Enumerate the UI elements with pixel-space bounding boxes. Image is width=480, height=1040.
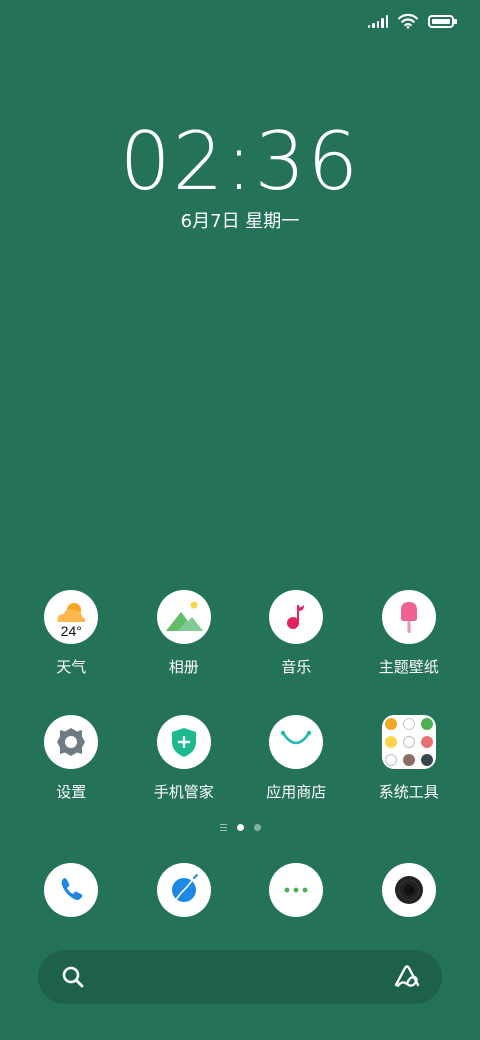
app-folder-system-tools[interactable]: 系统工具	[353, 715, 466, 840]
folder-icon	[381, 715, 436, 769]
assistant-icon[interactable]	[392, 962, 422, 992]
camera-icon[interactable]	[381, 863, 436, 917]
messages-icon[interactable]	[269, 863, 324, 917]
security-icon	[156, 715, 211, 769]
app-store[interactable]: 应用商店	[240, 715, 353, 840]
search-bar[interactable]	[38, 950, 442, 1004]
search-icon[interactable]	[60, 964, 86, 990]
app-grid: 24° 天气 相册 音乐 主题壁纸 设置 手机管家 应用商店 系统工具	[15, 590, 465, 840]
app-label: 音乐	[281, 658, 312, 676]
dock	[15, 863, 465, 917]
app-weather[interactable]: 24° 天气	[15, 590, 128, 715]
app-label: 设置	[56, 783, 87, 801]
app-music[interactable]: 音乐	[240, 590, 353, 715]
app-label: 天气	[56, 658, 87, 676]
app-label: 主题壁纸	[378, 658, 439, 676]
weather-icon: 24°	[44, 590, 99, 644]
music-icon	[269, 590, 324, 644]
lock-date: 6月7日 星期一	[180, 211, 300, 232]
app-label: 系统工具	[378, 783, 439, 801]
settings-icon	[44, 715, 99, 769]
lock-clock: 02:36	[119, 115, 361, 208]
page-indicator	[0, 824, 480, 831]
cellular-signal-icon	[367, 14, 388, 28]
themes-icon	[381, 590, 436, 644]
app-label: 相册	[168, 658, 199, 676]
app-label: 手机管家	[153, 783, 214, 801]
app-settings[interactable]: 设置	[15, 715, 128, 840]
app-label: 应用商店	[266, 783, 327, 801]
app-themes[interactable]: 主题壁纸	[353, 590, 466, 715]
gallery-icon	[156, 590, 211, 644]
phone-icon[interactable]	[44, 863, 99, 917]
weather-temperature: 24°	[60, 623, 82, 639]
app-store-icon	[269, 715, 324, 769]
battery-icon	[428, 14, 457, 28]
page-list-icon[interactable]	[219, 824, 227, 831]
page-dot-1[interactable]	[236, 824, 244, 831]
app-security[interactable]: 手机管家	[128, 715, 241, 840]
browser-icon[interactable]	[156, 863, 211, 917]
wifi-icon	[398, 13, 418, 29]
app-gallery[interactable]: 相册	[128, 590, 241, 715]
page-dot-2[interactable]	[253, 824, 261, 831]
status-bar	[367, 10, 457, 32]
